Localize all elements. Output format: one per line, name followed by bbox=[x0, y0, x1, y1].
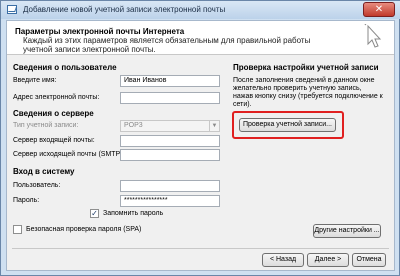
user-field[interactable] bbox=[120, 180, 220, 192]
chevron-down-icon: ▼ bbox=[209, 121, 219, 131]
account-type-label: Тип учетной записи: bbox=[13, 122, 79, 129]
footer-divider bbox=[12, 248, 389, 249]
logon-info-title: Вход в систему bbox=[13, 167, 75, 176]
more-settings-button[interactable]: Другие настройки ... bbox=[313, 224, 381, 238]
mail-icon bbox=[7, 5, 17, 14]
incoming-server-field[interactable] bbox=[120, 135, 220, 147]
name-label: Введите имя: bbox=[13, 77, 57, 84]
dialog-body: Параметры электронной почты Интернета Ка… bbox=[6, 20, 395, 271]
name-field[interactable]: Иван Иванов bbox=[120, 75, 220, 87]
server-info-title: Сведения о сервере bbox=[13, 109, 94, 118]
password-label: Пароль: bbox=[13, 197, 40, 204]
test-settings-title: Проверка настройки учетной записи bbox=[233, 63, 379, 72]
header-panel: Параметры электронной почты Интернета Ка… bbox=[7, 21, 394, 55]
email-label: Адрес электронной почты: bbox=[13, 94, 100, 101]
header-description: Каждый из этих параметров является обяза… bbox=[23, 36, 311, 54]
user-label: Пользователь: bbox=[13, 182, 61, 189]
window-title: Добавление новой учетной записи электрон… bbox=[23, 5, 226, 14]
title-bar: Добавление новой учетной записи электрон… bbox=[1, 1, 400, 19]
back-button[interactable]: < Назад bbox=[262, 253, 304, 267]
header-title: Параметры электронной почты Интернета bbox=[15, 27, 185, 36]
outgoing-server-field[interactable] bbox=[120, 149, 220, 161]
outgoing-server-label: Сервер исходящей почты (SMTP): bbox=[13, 151, 125, 158]
remember-password-label: Запомнить пароль bbox=[103, 210, 164, 217]
test-settings-description: После заполнения сведений в данном окне … bbox=[233, 77, 383, 108]
account-type-select[interactable]: POP3 ▼ bbox=[120, 120, 220, 132]
dialog-window: Добавление новой учетной записи электрон… bbox=[0, 0, 400, 276]
incoming-server-label: Сервер входящей почты: bbox=[13, 137, 95, 144]
account-type-value: POP3 bbox=[124, 122, 143, 129]
next-button[interactable]: Далее > bbox=[307, 253, 349, 267]
cursor-icon bbox=[364, 24, 382, 48]
test-account-button[interactable]: Проверка учетной записи... bbox=[239, 118, 336, 132]
close-button[interactable]: ✕ bbox=[363, 2, 395, 17]
spa-label: Безопасная проверка пароля (SPA) bbox=[26, 226, 142, 233]
remember-password-checkbox[interactable]: ✓ bbox=[90, 209, 99, 218]
spa-checkbox[interactable] bbox=[13, 225, 22, 234]
password-field[interactable]: **************** bbox=[120, 195, 220, 207]
email-field[interactable] bbox=[120, 92, 220, 104]
user-info-title: Сведения о пользователе bbox=[13, 63, 117, 72]
cancel-button[interactable]: Отмена bbox=[352, 253, 386, 267]
